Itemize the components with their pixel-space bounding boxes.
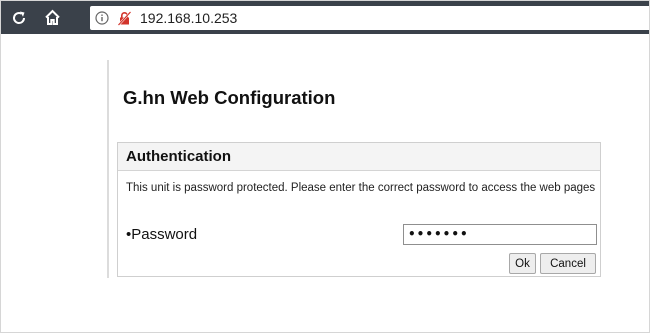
authentication-header: Authentication (118, 143, 600, 171)
address-bar[interactable]: 192.168.10.253 (90, 6, 649, 30)
home-icon (44, 9, 61, 26)
authentication-message: This unit is password protected. Please … (126, 182, 596, 194)
authentication-panel: Authentication This unit is password pro… (117, 142, 601, 277)
ok-button[interactable]: Ok (509, 253, 536, 274)
home-button[interactable] (40, 6, 64, 30)
insecure-lock-icon[interactable] (114, 8, 134, 28)
browser-window: 192.168.10.253 G.hn Web Configuration Au… (0, 0, 650, 333)
password-field[interactable]: ••••••• (403, 224, 597, 245)
reload-icon (11, 10, 27, 26)
url-text: 192.168.10.253 (140, 10, 238, 26)
password-label: •Password (126, 226, 198, 243)
browser-toolbar: 192.168.10.253 (1, 1, 649, 34)
authentication-title: Authentication (126, 148, 231, 165)
info-icon[interactable] (92, 8, 112, 28)
reload-button[interactable] (7, 6, 31, 30)
page-title: G.hn Web Configuration (123, 87, 336, 108)
page-left-border (107, 60, 109, 278)
cancel-button[interactable]: Cancel (540, 253, 596, 274)
